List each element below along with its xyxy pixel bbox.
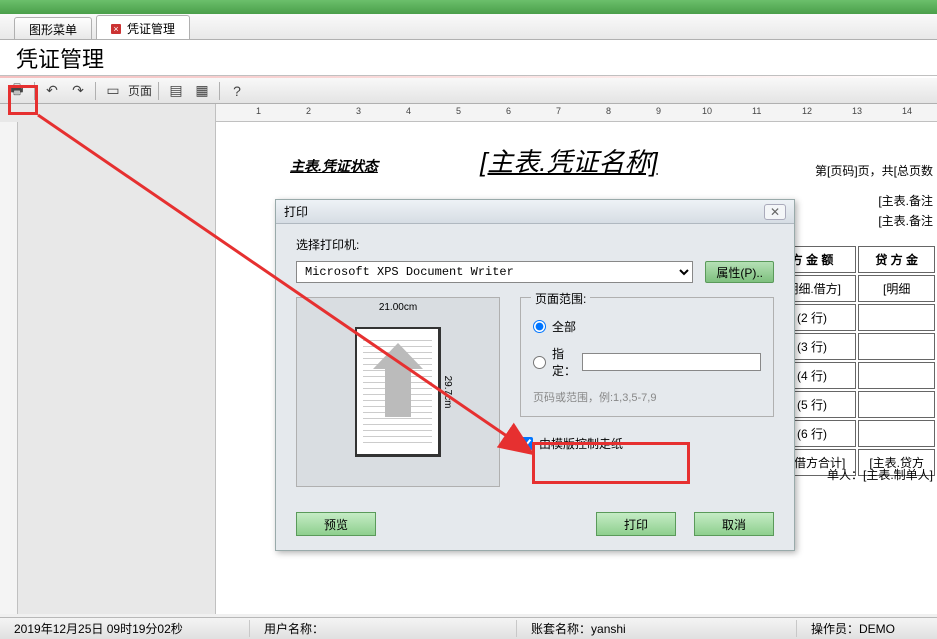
toolbar-sep <box>95 82 96 100</box>
range-spec-label: 指定： <box>552 345 576 379</box>
range-title: 页面范围: <box>531 290 590 307</box>
toolbar-sep <box>219 82 220 100</box>
sub-credit: [明细 <box>858 275 935 302</box>
layout-icon[interactable]: ▤ <box>165 81 187 101</box>
tab-voucher-mgmt[interactable]: × 凭证管理 <box>96 15 190 39</box>
range-all-radio[interactable] <box>533 320 546 333</box>
ruler-vertical <box>0 122 18 614</box>
print-icon[interactable]: 🖶 <box>6 81 28 101</box>
note-2: [主表.备注 <box>878 212 933 229</box>
tab-bar: 图形菜单 × 凭证管理 <box>0 14 937 40</box>
tab-graphic-menu[interactable]: 图形菜单 <box>14 17 92 39</box>
tab-label: 图形菜单 <box>29 21 77 38</box>
arrow-up-icon <box>385 367 411 417</box>
dialog-title: 打印 <box>284 203 308 220</box>
page-info: 第[页码]页，共[总页数 <box>815 162 933 179</box>
table-row <box>858 304 935 331</box>
paper-width: 21.00cm <box>379 302 417 313</box>
undo-icon[interactable]: ↶ <box>41 81 63 101</box>
range-spec-radio[interactable] <box>533 356 546 369</box>
export-icon[interactable]: ▦ <box>191 81 213 101</box>
acct-value: yanshi <box>591 622 626 636</box>
print-dialog: 打印 ✕ 选择打印机: Microsoft XPS Document Write… <box>275 199 795 551</box>
page-title: 凭证管理 <box>16 42 104 74</box>
properties-button[interactable]: 属性(P).. <box>705 261 774 283</box>
close-icon[interactable]: × <box>111 24 121 34</box>
maker-row: 单人：[主表.制单人] <box>827 466 933 483</box>
col-credit: 贷 方 金 <box>858 246 935 273</box>
table-row <box>858 391 935 418</box>
maker-label: 单人： <box>827 468 863 482</box>
preview-button[interactable]: 预览 <box>296 512 376 536</box>
note-1: [主表.备注 <box>878 192 933 209</box>
paper-icon <box>355 327 441 457</box>
page-label[interactable]: 页面 <box>128 82 152 99</box>
op-value: DEMO <box>859 622 895 636</box>
template-paper-label: 由模版控制走纸 <box>539 435 623 452</box>
select-printer-label: 选择打印机: <box>296 236 774 253</box>
paper-height: 29.7cm <box>442 376 453 409</box>
range-spec-input[interactable] <box>582 353 761 371</box>
toolbar: 🖶 ↶ ↷ ▭ 页面 ▤ ▦ ? <box>0 78 937 104</box>
status-user: 用户名称： <box>250 620 517 637</box>
range-all-label: 全部 <box>552 318 576 335</box>
status-datetime: 2019年12月25日 09时19分02秒 <box>0 620 250 637</box>
page-setup-icon[interactable]: ▭ <box>102 81 124 101</box>
table-row <box>858 420 935 447</box>
maker-value: [主表.制单人] <box>863 468 933 482</box>
acct-label: 账套名称： <box>531 622 591 636</box>
voucher-state: 主表.凭证状态 <box>290 156 378 176</box>
status-account: 账套名称：yanshi <box>517 620 797 637</box>
dialog-titlebar[interactable]: 打印 ✕ <box>276 200 794 224</box>
tab-label: 凭证管理 <box>127 20 175 37</box>
template-paper-checkbox[interactable] <box>520 437 533 450</box>
status-bar: 2019年12月25日 09时19分02秒 用户名称： 账套名称：yanshi … <box>0 617 937 639</box>
range-hint: 页码或范围，例:1,3,5-7,9 <box>533 389 761 405</box>
page-range-group: 页面范围: 全部 指定： 页码或范围，例:1,3,5-7,9 <box>520 297 774 417</box>
toolbar-sep <box>158 82 159 100</box>
cancel-button[interactable]: 取消 <box>694 512 774 536</box>
page-header: 凭证管理 <box>0 40 937 76</box>
redo-icon[interactable]: ↷ <box>67 81 89 101</box>
printer-select[interactable]: Microsoft XPS Document Writer <box>296 261 693 283</box>
ruler-horizontal: 1234567891011121314 <box>216 104 937 122</box>
toolbar-sep <box>34 82 35 100</box>
voucher-title: [主表.凭证名称] <box>480 142 658 179</box>
window-titlebar <box>0 0 937 14</box>
template-paper-row: 由模版控制走纸 <box>520 435 774 452</box>
print-button[interactable]: 打印 <box>596 512 676 536</box>
table-row <box>858 362 935 389</box>
paper-preview: 21.00cm 29.7cm <box>296 297 500 487</box>
op-label: 操作员： <box>811 622 859 636</box>
help-icon[interactable]: ? <box>226 81 248 101</box>
status-operator: 操作员：DEMO <box>797 620 937 637</box>
table-row <box>858 333 935 360</box>
close-icon[interactable]: ✕ <box>764 204 786 220</box>
ruler-pane <box>0 104 216 614</box>
